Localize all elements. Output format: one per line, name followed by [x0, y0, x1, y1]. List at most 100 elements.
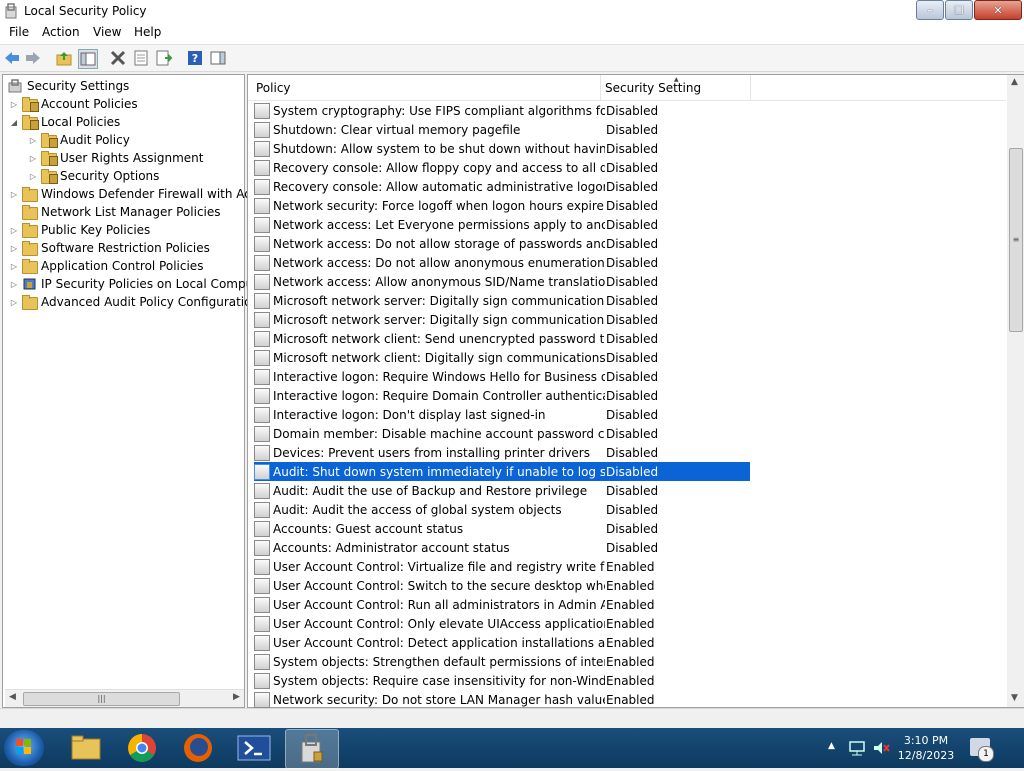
menu-file[interactable]: File [9, 25, 29, 39]
tree-item-security-settings[interactable]: Security Settings [5, 77, 129, 95]
show-action-pane-button[interactable] [209, 49, 227, 67]
expand-arrow-icon[interactable]: ▷ [9, 262, 19, 271]
scroll-right-icon[interactable]: ▶ [233, 692, 240, 702]
expand-arrow-icon[interactable]: ▷ [9, 226, 19, 235]
expand-arrow-icon[interactable]: ▷ [28, 136, 38, 145]
tree-item-account-policies[interactable]: ▷ Account Policies [9, 95, 138, 113]
policy-row[interactable]: User Account Control: Run all administra… [254, 595, 750, 614]
policy-row[interactable]: Interactive logon: Require Windows Hello… [254, 367, 750, 386]
show-hide-console-tree-button[interactable] [78, 49, 98, 69]
scroll-up-icon[interactable]: ▲ [1011, 77, 1018, 87]
policy-row[interactable]: Microsoft network server: Digitally sign… [254, 291, 750, 310]
security-setting-value: Enabled [606, 616, 655, 631]
network-icon[interactable] [848, 740, 868, 756]
up-one-level-button[interactable] [55, 49, 73, 67]
list-vertical-scrollbar[interactable]: ▲ ≡ ▼ [1007, 75, 1024, 707]
column-header-policy[interactable]: Policy [256, 81, 291, 95]
policy-row[interactable]: Shutdown: Allow system to be shut down w… [254, 139, 750, 158]
policy-row[interactable]: Accounts: Guest account status Disabled [254, 519, 750, 538]
policy-row[interactable]: System objects: Require case insensitivi… [254, 671, 750, 690]
policy-row[interactable]: User Account Control: Only elevate UIAcc… [254, 614, 750, 633]
console-tree-pane: Security Settings ▷ Account Policies ◢ L… [2, 74, 266, 708]
policy-row[interactable]: System cryptography: Use FIPS compliant … [254, 101, 750, 120]
policy-row[interactable]: Network access: Do not allow storage of … [254, 234, 750, 253]
tree-item-security-options[interactable]: ▷ Security Options [28, 167, 159, 185]
close-button[interactable]: ✕ [974, 0, 1022, 20]
maximize-button[interactable]: ❐ [945, 0, 973, 20]
column-divider[interactable] [600, 75, 601, 100]
menu-action[interactable]: Action [42, 25, 80, 39]
expand-arrow-icon[interactable]: ▷ [28, 154, 38, 163]
policy-row[interactable]: Interactive logon: Don't display last si… [254, 405, 750, 424]
security-setting-value: Enabled [606, 597, 655, 612]
minimize-button[interactable]: – [916, 0, 944, 20]
column-header-security-setting[interactable]: Security Setting [605, 81, 701, 95]
policy-row[interactable]: Recovery console: Allow automatic admini… [254, 177, 750, 196]
taskbar-powershell[interactable] [228, 729, 280, 767]
policy-row[interactable]: User Account Control: Switch to the secu… [254, 576, 750, 595]
volume-muted-icon[interactable] [872, 740, 892, 756]
policy-row[interactable]: Accounts: Administrator account status Di… [254, 538, 750, 557]
forward-button[interactable] [24, 49, 42, 67]
taskbar-firefox[interactable] [172, 729, 224, 767]
policy-row[interactable]: User Account Control: Detect application… [254, 633, 750, 652]
tree-item-user-rights-assignment[interactable]: ▷ User Rights Assignment [28, 149, 203, 167]
policy-row[interactable]: Audit: Shut down system immediately if u… [254, 462, 750, 481]
policy-row[interactable]: Recovery console: Allow floppy copy and … [254, 158, 750, 177]
expand-arrow-icon[interactable]: ▷ [28, 172, 38, 181]
policy-row[interactable]: Shutdown: Clear virtual memory pagefile D… [254, 120, 750, 139]
properties-button[interactable] [132, 49, 150, 67]
system-clock[interactable]: 3:10 PM 12/8/2023 [890, 733, 962, 763]
scrollbar-thumb[interactable]: ≡ [1009, 148, 1023, 332]
tree-item-software-restriction-policies[interactable]: ▷ Software Restriction Policies [9, 239, 210, 257]
policy-row[interactable]: Audit: Audit the use of Backup and Resto… [254, 481, 750, 500]
policy-row[interactable]: System objects: Strengthen default permi… [254, 652, 750, 671]
tree-item-application-control-policies[interactable]: ▷ Application Control Policies [9, 257, 203, 275]
tree-item-windows-defender-firewall[interactable]: ▷ Windows Defender Firewall with Adva [9, 185, 266, 203]
tree-item-ip-security-policies[interactable]: ▷ IP Security Policies on Local Compute [9, 275, 265, 293]
delete-button[interactable] [109, 49, 127, 67]
policy-row[interactable]: Microsoft network client: Digitally sign… [254, 348, 750, 367]
policy-row[interactable]: Network access: Allow anonymous SID/Name… [254, 272, 750, 291]
policy-row[interactable]: Microsoft network client: Send unencrypt… [254, 329, 750, 348]
start-button[interactable] [4, 730, 44, 766]
taskbar-local-security-policy[interactable] [285, 729, 339, 769]
export-list-button[interactable] [155, 49, 173, 67]
back-button[interactable] [3, 49, 21, 67]
tree-item-network-list-manager[interactable]: Network List Manager Policies [9, 203, 221, 221]
policy-row[interactable]: Network access: Do not allow anonymous e… [254, 253, 750, 272]
tree-horizontal-scrollbar[interactable]: ◀ ||| ▶ [5, 689, 244, 707]
expand-arrow-icon[interactable]: ▷ [9, 100, 19, 109]
expand-arrow-icon[interactable]: ▷ [9, 280, 19, 289]
menu-help[interactable]: Help [134, 25, 161, 39]
menu-view[interactable]: View [93, 25, 121, 39]
taskbar-chrome[interactable] [116, 729, 168, 767]
policy-row[interactable]: Domain member: Disable machine account p… [254, 424, 750, 443]
local-security-policy-icon [4, 3, 18, 19]
show-hidden-icons-icon[interactable]: ▲ [828, 741, 835, 751]
policy-row[interactable]: Interactive logon: Require Domain Contro… [254, 386, 750, 405]
tree-item-audit-policy[interactable]: ▷ Audit Policy [28, 131, 130, 149]
policy-row[interactable]: Network access: Let Everyone permissions… [254, 215, 750, 234]
policy-row[interactable]: Network security: Do not store LAN Manag… [254, 690, 750, 709]
expand-arrow-icon[interactable]: ▷ [9, 244, 19, 253]
policy-row[interactable]: Audit: Audit the access of global system… [254, 500, 750, 519]
policy-row[interactable]: Network security: Force logoff when logo… [254, 196, 750, 215]
security-setting-value: Disabled [606, 464, 659, 479]
policy-row[interactable]: Devices: Prevent users from installing p… [254, 443, 750, 462]
console-tree-icon [80, 52, 96, 66]
help-button[interactable]: ? [186, 49, 204, 67]
expand-arrow-icon[interactable]: ▷ [9, 190, 19, 199]
tree-item-public-key-policies[interactable]: ▷ Public Key Policies [9, 221, 150, 239]
policy-row[interactable]: Microsoft network server: Digitally sign… [254, 310, 750, 329]
taskbar-file-explorer[interactable] [60, 729, 112, 767]
tree-item-advanced-audit-policy[interactable]: ▷ Advanced Audit Policy Configuration [9, 293, 259, 311]
scrollbar-thumb[interactable]: ||| [23, 692, 180, 706]
collapse-arrow-icon[interactable]: ◢ [9, 118, 19, 127]
policy-row[interactable]: User Account Control: Virtualize file an… [254, 557, 750, 576]
column-divider[interactable] [750, 75, 751, 100]
tree-item-local-policies[interactable]: ◢ Local Policies [9, 113, 120, 131]
scroll-down-icon[interactable]: ▼ [1011, 693, 1018, 703]
scroll-left-icon[interactable]: ◀ [9, 692, 16, 702]
expand-arrow-icon[interactable]: ▷ [9, 298, 19, 307]
